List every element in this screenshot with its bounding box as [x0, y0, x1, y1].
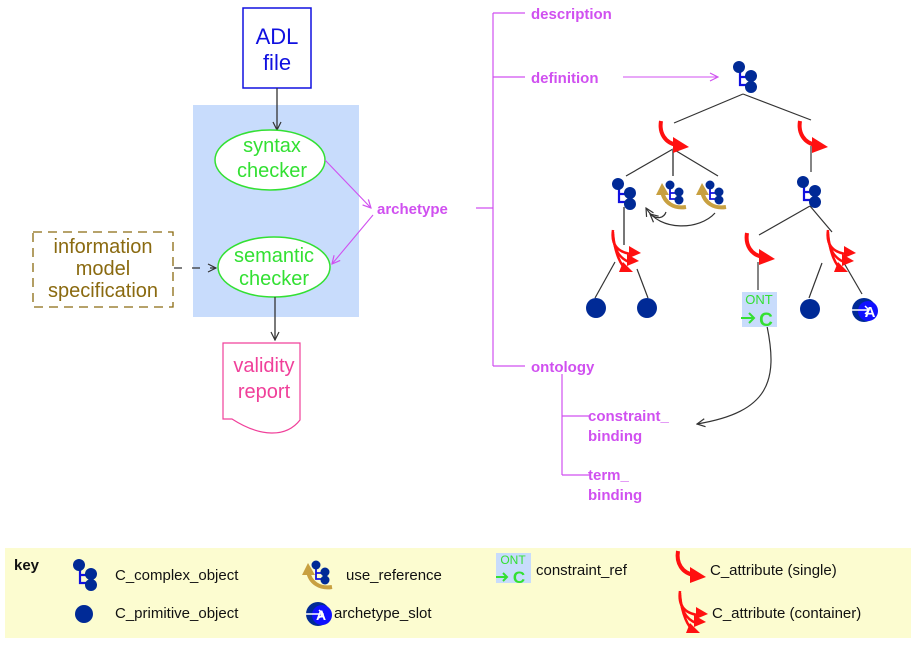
ont-label: ONT: [500, 553, 526, 567]
attribute-single-icon: [658, 119, 691, 155]
archetype-validation-diagram: ADL file syntax checker semantic checker…: [5, 6, 911, 638]
semantic-checker-label-2: checker: [239, 268, 309, 290]
ont-label: ONT: [745, 292, 773, 307]
slot-label: A: [316, 607, 326, 623]
semantic-checker-label-1: semantic: [234, 245, 314, 267]
complex-object-icon: [795, 174, 823, 210]
key-label-c-primitive-object: C_primitive_object: [115, 605, 239, 622]
attribute-container-icon: [611, 228, 643, 274]
constraint-ref-icon: ONT C: [741, 292, 777, 331]
c-label: C: [759, 310, 773, 331]
info-model-label-2: model: [76, 258, 130, 280]
term-binding-label-2: binding: [588, 487, 642, 504]
key-label-c-attribute-container: C_attribute (container): [712, 605, 861, 622]
slot-label: A: [865, 304, 876, 321]
syntax-checker-label-2: checker: [237, 160, 307, 182]
complex-object-icon: [610, 176, 638, 212]
c-primitive-object-icon: [75, 605, 93, 623]
key-title: key: [14, 557, 40, 574]
adl-file-label-2: file: [263, 50, 291, 75]
validity-report-label-2: report: [238, 381, 291, 403]
archetype-label: archetype: [377, 201, 448, 218]
syntax-checker-label-1: syntax: [243, 135, 301, 157]
attribute-single-icon: [797, 119, 830, 155]
key-label-constraint-ref: constraint_ref: [536, 562, 628, 579]
section-description: description: [531, 6, 612, 23]
key-label-c-attribute-single: C_attribute (single): [710, 562, 837, 579]
constraint-binding-label-1: constraint_: [588, 408, 670, 425]
key-label-c-complex-object: C_complex_object: [115, 567, 239, 584]
key-label-use-reference: use_reference: [346, 567, 442, 584]
c-label: C: [513, 568, 525, 587]
primitive-object-icon: [800, 299, 820, 319]
key-label-archetype-slot: archetype_slot: [334, 605, 432, 622]
section-definition: definition: [531, 70, 599, 87]
primitive-object-icon: [637, 298, 657, 318]
primitive-object-icon: [586, 298, 606, 318]
section-ontology: ontology: [531, 359, 595, 376]
validity-report-label-1: validity: [233, 355, 294, 377]
use-reference-icon: [696, 181, 726, 208]
term-binding-label-1: term_: [588, 467, 630, 484]
info-model-label-1: information: [54, 236, 153, 258]
info-model-label-3: specification: [48, 280, 158, 302]
use-reference-icon: [656, 181, 686, 208]
attribute-single-icon: [744, 231, 777, 267]
adl-file-label-1: ADL: [256, 24, 299, 49]
attribute-container-icon: [826, 228, 858, 274]
root-complex-object-icon: [731, 59, 759, 95]
constraint-ref-icon: ONT C: [496, 553, 531, 587]
constraint-binding-label-2: binding: [588, 428, 642, 445]
